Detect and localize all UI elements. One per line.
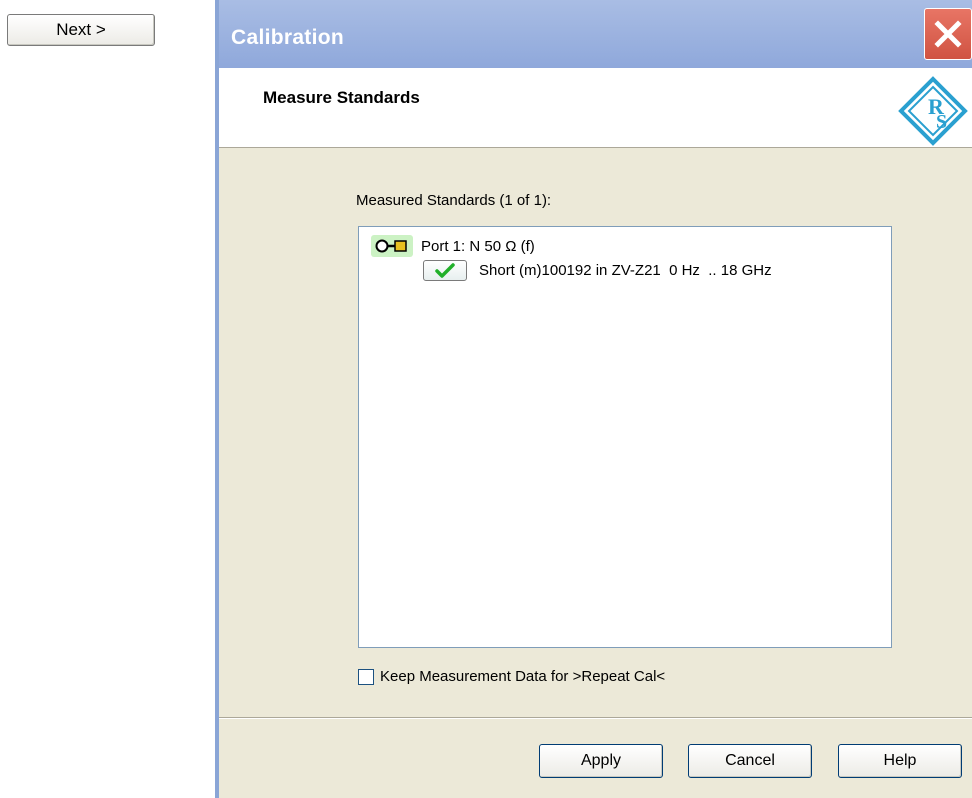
standard-label: Short (m)100192 in ZV-Z21 0 Hz .. 18 GHz	[479, 262, 772, 279]
apply-button[interactable]: Apply	[539, 744, 663, 778]
svg-text:S: S	[936, 111, 947, 133]
wizard-header: Measure Standards R S	[219, 68, 972, 148]
cancel-button-label: Cancel	[725, 752, 775, 769]
measured-standards-label: Measured Standards (1 of 1):	[356, 192, 552, 209]
close-button[interactable]	[924, 8, 972, 60]
list-item-port[interactable]: Port 1: N 50 Ω (f)	[371, 235, 535, 257]
dialog-title: Calibration	[231, 26, 344, 49]
keep-measurement-label: Keep Measurement Data for >Repeat Cal<	[380, 668, 666, 685]
close-icon	[934, 20, 962, 48]
dialog-titlebar: Calibration	[219, 0, 972, 68]
page-title: Measure Standards	[263, 88, 420, 107]
cancel-button[interactable]: Cancel	[688, 744, 812, 778]
list-item-standard[interactable]: Short (m)100192 in ZV-Z21 0 Hz .. 18 GHz	[423, 260, 772, 281]
next-button[interactable]: Next >	[7, 14, 155, 46]
help-button[interactable]: Help	[838, 744, 962, 778]
keep-measurement-option[interactable]: Keep Measurement Data for >Repeat Cal<	[358, 668, 665, 685]
keep-measurement-checkbox[interactable]	[358, 668, 374, 685]
calibration-dialog: Calibration Measure Standards R S Measur…	[215, 0, 972, 798]
rohde-schwarz-logo-icon: R S	[898, 76, 968, 146]
next-button-label: Next >	[56, 20, 106, 39]
measured-standards-list[interactable]: Port 1: N 50 Ω (f) Short (m)100192 in ZV…	[358, 226, 892, 648]
port-label: Port 1: N 50 Ω (f)	[421, 237, 535, 255]
help-button-label: Help	[883, 752, 917, 769]
apply-button-label: Apply	[580, 752, 622, 769]
connector-icon	[371, 235, 413, 257]
checkmark-icon	[423, 260, 467, 281]
divider	[219, 717, 972, 719]
